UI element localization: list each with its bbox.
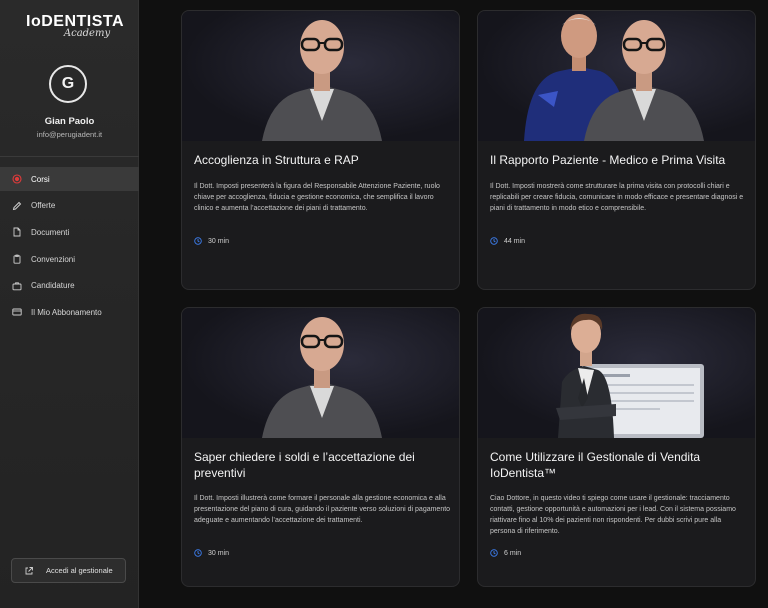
course-duration: 6 min [490,549,521,557]
sidebar-item-candidature[interactable]: Candidature [0,274,139,298]
open-gestionale-button[interactable]: Accedi al gestionale [11,558,126,583]
sidebar-item-label: Corsi [31,174,50,184]
course-title[interactable]: Saper chiedere i soldi e l’accettazione … [194,449,452,481]
course-thumbnail[interactable] [478,308,755,438]
avatar[interactable]: G [49,65,87,103]
sidebar-item-label: Candidature [31,281,75,291]
course-card[interactable]: Saper chiedere i soldi e l’accettazione … [181,307,460,587]
duration-text: 44 min [504,237,526,245]
target-icon [12,174,22,184]
sidebar-item-offerte[interactable]: Offerte [0,194,139,218]
sidebar-item-documenti[interactable]: Documenti [0,220,139,244]
course-description: Il Dott. Imposti illustrerà come formare… [194,495,451,524]
course-thumbnail[interactable] [182,308,459,438]
duration-text: 30 min [208,549,230,557]
external-link-icon [24,566,34,576]
card-icon [12,307,22,317]
duration-text: 30 min [208,237,230,245]
course-card[interactable]: Come Utilizzare il Gestionale di Vendita… [477,307,756,587]
course-card[interactable]: Il Rapporto Paziente - Medico e Prima Vi… [477,10,756,290]
sidebar-nav: Corsi Offerte Documenti Convenzioni Cand… [0,167,139,327]
course-description: Ciao Dottore, in questo video ti spiego … [490,495,736,535]
open-gestionale-label: Accedi al gestionale [46,566,113,575]
sidebar-item-abbonamento[interactable]: Il Mio Abbonamento [0,300,139,324]
brand-logo[interactable]: IoDENTISTA Academy [26,14,124,44]
sidebar-item-convenzioni[interactable]: Convenzioni [0,247,139,271]
briefcase-icon [12,281,22,291]
clock-icon [490,549,498,557]
logo-sub-text: Academy [63,28,111,39]
course-title[interactable]: Come Utilizzare il Gestionale di Vendita… [490,449,748,481]
course-duration: 44 min [490,237,525,245]
sidebar-divider [0,156,139,157]
course-duration: 30 min [194,237,229,245]
sidebar-item-label: Documenti [31,227,70,237]
clock-icon [194,237,202,245]
course-description: Il Dott. Imposti mostrerà come struttura… [490,183,744,212]
course-title[interactable]: Il Rapporto Paziente - Medico e Prima Vi… [490,152,748,168]
clock-icon [490,237,498,245]
document-icon [12,227,22,237]
course-title[interactable]: Accoglienza in Struttura e RAP [194,152,452,168]
course-card[interactable]: Accoglienza in Struttura e RAP Il Dott. … [181,10,460,290]
sidebar-item-label: Il Mio Abbonamento [31,307,102,317]
sidebar-item-label: Convenzioni [31,254,76,264]
user-email: info@perugiadent.it [36,130,103,139]
user-name: Gian Paolo [44,116,95,127]
duration-text: 6 min [504,549,522,557]
course-description: Il Dott. Imposti presenterà la figura de… [194,183,440,212]
pencil-icon [12,201,22,211]
clock-icon [194,549,202,557]
course-thumbnail[interactable] [182,11,459,141]
sidebar-item-label: Offerte [31,201,56,211]
sidebar-item-corsi[interactable]: Corsi [0,167,139,191]
course-duration: 30 min [194,549,229,557]
sidebar: IoDENTISTA Academy G Gian Paolo info@per… [0,0,139,608]
course-thumbnail[interactable] [478,11,755,141]
clipboard-icon [12,254,22,264]
